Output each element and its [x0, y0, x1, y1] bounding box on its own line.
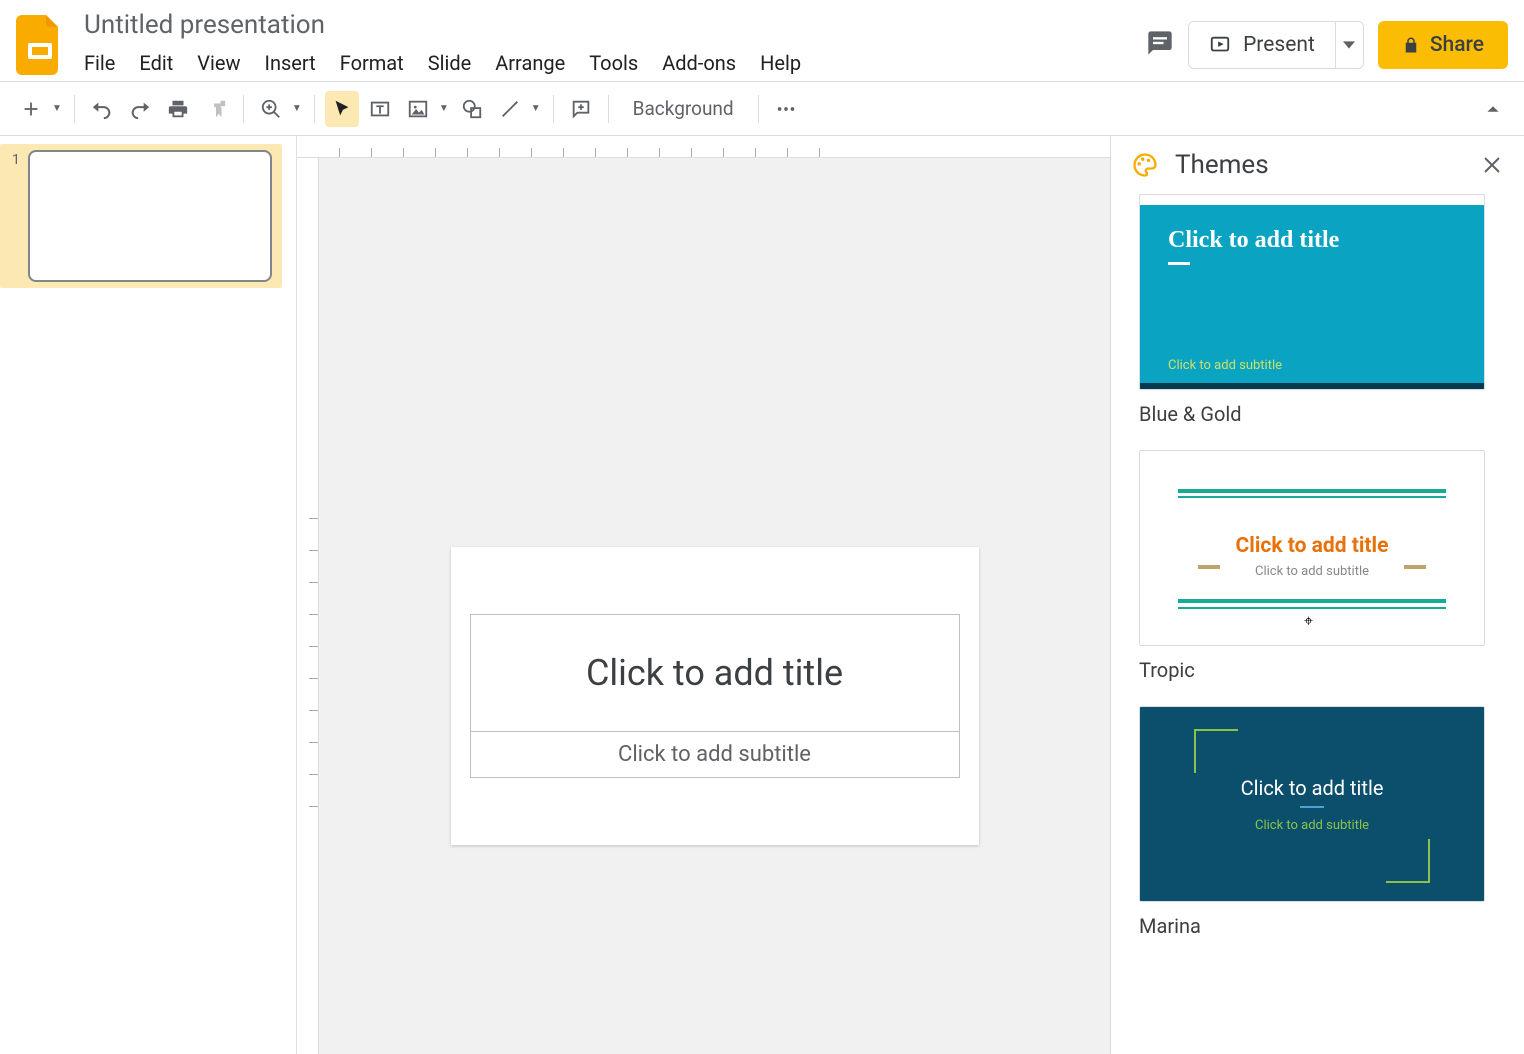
menu-help[interactable]: Help — [748, 47, 813, 79]
background-button[interactable]: Background — [619, 91, 748, 127]
redo-button[interactable] — [123, 91, 157, 127]
present-button-group: Present — [1188, 21, 1364, 69]
menu-slide[interactable]: Slide — [416, 47, 484, 79]
menu-addons[interactable]: Add-ons — [650, 47, 748, 79]
line-tool[interactable] — [493, 91, 527, 127]
paint-format-button[interactable] — [199, 91, 233, 127]
shape-tool[interactable] — [455, 91, 489, 127]
toolbar: ▼ ▼ ▼ ▼ Background — [0, 82, 1524, 136]
theme-preview-title: Click to add title — [1168, 227, 1456, 254]
document-title[interactable]: Untitled presentation — [84, 10, 1146, 41]
title-placeholder[interactable]: Click to add title — [470, 614, 960, 732]
new-slide-button[interactable] — [14, 91, 48, 127]
menu-tools[interactable]: Tools — [577, 47, 650, 79]
theme-marina[interactable]: Click to add title Click to add subtitle… — [1139, 706, 1496, 938]
more-options-button[interactable] — [769, 91, 803, 127]
present-icon — [1209, 34, 1231, 56]
theme-blue-and-gold[interactable]: Click to add title Click to add subtitle… — [1139, 194, 1496, 426]
menu-edit[interactable]: Edit — [127, 47, 185, 79]
themes-list[interactable]: Click to add title Click to add subtitle… — [1111, 194, 1524, 1054]
lock-icon — [1402, 36, 1420, 54]
select-tool[interactable] — [325, 91, 359, 127]
cursor-icon: ⌖ — [1304, 611, 1313, 631]
present-dropdown[interactable] — [1335, 22, 1363, 68]
theme-name: Marina — [1139, 914, 1496, 938]
slide-canvas-area: Click to add title Click to add subtitle — [296, 136, 1110, 1054]
share-button[interactable]: Share — [1378, 21, 1508, 69]
main-area: 1 Click to add title Click to add subtit… — [0, 136, 1524, 1054]
theme-preview-subtitle: Click to add subtitle — [1255, 818, 1369, 833]
subtitle-placeholder[interactable]: Click to add subtitle — [470, 732, 960, 778]
chevron-down-icon — [1343, 39, 1355, 51]
themes-header: Themes — [1111, 136, 1524, 194]
slide-thumbnail-selected[interactable]: 1 — [0, 144, 282, 288]
present-label: Present — [1243, 33, 1315, 57]
app-header: Untitled presentation File Edit View Ins… — [0, 0, 1524, 82]
theme-preview-title: Click to add title — [1236, 534, 1389, 558]
horizontal-ruler[interactable] — [297, 136, 1110, 158]
textbox-tool[interactable] — [363, 91, 397, 127]
themes-heading: Themes — [1175, 150, 1464, 180]
undo-button[interactable] — [85, 91, 119, 127]
menu-view[interactable]: View — [185, 47, 252, 79]
print-button[interactable] — [161, 91, 195, 127]
slides-logo-icon[interactable] — [16, 15, 64, 75]
slide-number: 1 — [4, 150, 28, 282]
comments-icon[interactable] — [1146, 29, 1174, 61]
menu-bar: File Edit View Insert Format Slide Arran… — [84, 47, 1146, 79]
present-button[interactable]: Present — [1189, 22, 1335, 68]
menu-format[interactable]: Format — [328, 47, 416, 79]
theme-preview-title: Click to add title — [1241, 776, 1384, 800]
slide-navigator: 1 — [0, 136, 296, 1054]
active-slide[interactable]: Click to add title Click to add subtitle — [451, 547, 979, 845]
vertical-ruler[interactable] — [297, 158, 319, 1054]
comment-button[interactable] — [564, 91, 598, 127]
theme-preview-subtitle: Click to add subtitle — [1255, 564, 1369, 579]
share-label: Share — [1430, 33, 1484, 57]
menu-file[interactable]: File — [84, 47, 127, 79]
theme-preview-subtitle: Click to add subtitle — [1168, 358, 1456, 373]
collapse-toolbar-button[interactable] — [1476, 91, 1510, 127]
line-dropdown[interactable]: ▼ — [529, 103, 543, 114]
theme-name: Tropic — [1139, 658, 1496, 682]
slide-thumbnail — [28, 150, 272, 282]
palette-icon — [1131, 151, 1159, 179]
themes-panel: Themes Click to add title Click to add s… — [1110, 136, 1524, 1054]
menu-arrange[interactable]: Arrange — [483, 47, 577, 79]
zoom-dropdown[interactable]: ▼ — [290, 103, 304, 114]
new-slide-dropdown[interactable]: ▼ — [50, 103, 64, 114]
theme-tropic[interactable]: Click to add title Click to add subtitle… — [1139, 450, 1496, 682]
zoom-button[interactable] — [254, 91, 288, 127]
menu-insert[interactable]: Insert — [253, 47, 328, 79]
theme-name: Blue & Gold — [1139, 402, 1496, 426]
close-icon[interactable] — [1480, 153, 1504, 177]
image-dropdown[interactable]: ▼ — [437, 103, 451, 114]
image-tool[interactable] — [401, 91, 435, 127]
